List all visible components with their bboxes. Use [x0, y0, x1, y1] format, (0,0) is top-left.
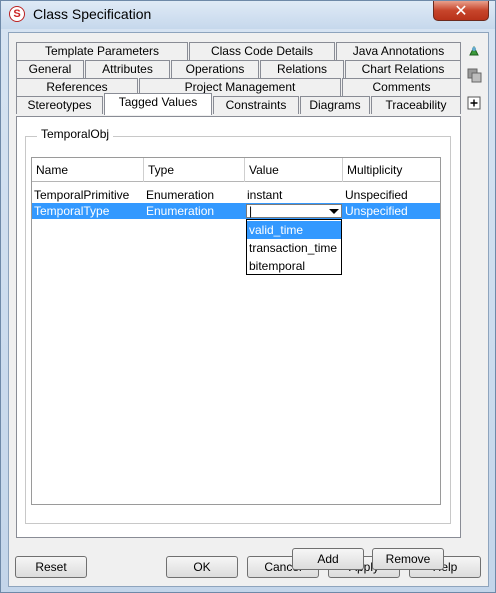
tab-chart-relations[interactable]: Chart Relations	[345, 60, 461, 78]
cell-multiplicity: Unspecified	[345, 204, 408, 218]
column-header-name[interactable]: Name	[32, 158, 144, 182]
tab-attributes[interactable]: Attributes	[85, 60, 170, 78]
reset-button[interactable]: Reset	[15, 556, 87, 578]
cell-multiplicity: Unspecified	[345, 188, 408, 202]
remove-button[interactable]: Remove	[372, 548, 444, 570]
table-row-selected[interactable]: TemporalType Enumeration | Unspecified	[32, 203, 440, 219]
cell-type: Enumeration	[146, 204, 215, 218]
dropdown-option-transaction-time[interactable]: transaction_time	[247, 239, 341, 257]
table-row[interactable]: TemporalPrimitive Enumeration instant Un…	[32, 187, 440, 203]
tab-tagged-values[interactable]: Tagged Values	[104, 93, 212, 115]
copy-icon[interactable]	[465, 66, 483, 84]
cell-name: TemporalType	[34, 204, 110, 218]
tab-comments[interactable]: Comments	[342, 78, 461, 96]
tab-java-annotations[interactable]: Java Annotations	[336, 42, 461, 60]
tab-relations[interactable]: Relations	[260, 60, 344, 78]
cell-value[interactable]: instant	[245, 187, 343, 203]
pin-icon[interactable]	[465, 42, 483, 60]
title-bar: S Class Specification ✕	[1, 1, 495, 29]
window-title: Class Specification	[33, 6, 152, 22]
value-dropdown-list: valid_time transaction_time bitemporal	[246, 219, 342, 275]
add-button[interactable]: Add	[292, 548, 364, 570]
dropdown-option-bitemporal[interactable]: bitemporal	[247, 257, 341, 275]
expand-icon[interactable]	[465, 94, 483, 112]
app-logo-icon: S	[9, 6, 25, 22]
column-header-type[interactable]: Type	[144, 158, 245, 182]
table-header: Name Type Value Multiplicity	[32, 158, 440, 182]
tab-general[interactable]: General	[16, 60, 84, 78]
column-header-multiplicity[interactable]: Multiplicity	[343, 158, 441, 182]
dialog-client-area: Template Parameters Class Code Details J…	[8, 32, 489, 587]
class-specification-window: S Class Specification ✕ Template Paramet…	[0, 0, 496, 593]
dropdown-option-valid-time[interactable]: valid_time	[247, 221, 341, 239]
tagged-values-panel: TemporalObj Name Type Value Multiplicity…	[16, 116, 461, 570]
cell-name: TemporalPrimitive	[34, 188, 130, 202]
value-combobox[interactable]: |	[246, 204, 342, 218]
close-button[interactable]: ✕	[433, 1, 489, 21]
chevron-down-icon[interactable]	[329, 209, 339, 214]
tab-constraints[interactable]: Constraints	[213, 96, 299, 114]
combobox-text[interactable]: |	[249, 204, 252, 218]
tab-diagrams[interactable]: Diagrams	[300, 96, 370, 114]
tab-template-parameters[interactable]: Template Parameters	[16, 42, 188, 60]
tab-stereotypes[interactable]: Stereotypes	[16, 96, 103, 114]
ok-button[interactable]: OK	[166, 556, 238, 578]
tab-class-code-details[interactable]: Class Code Details	[189, 42, 335, 60]
column-header-value[interactable]: Value	[245, 158, 343, 182]
cell-type: Enumeration	[146, 188, 215, 202]
tab-traceability[interactable]: Traceability	[371, 96, 461, 114]
tagged-values-table: Name Type Value Multiplicity TemporalPri…	[31, 157, 441, 505]
group-title: TemporalObj	[37, 127, 114, 141]
tab-operations[interactable]: Operations	[171, 60, 259, 78]
